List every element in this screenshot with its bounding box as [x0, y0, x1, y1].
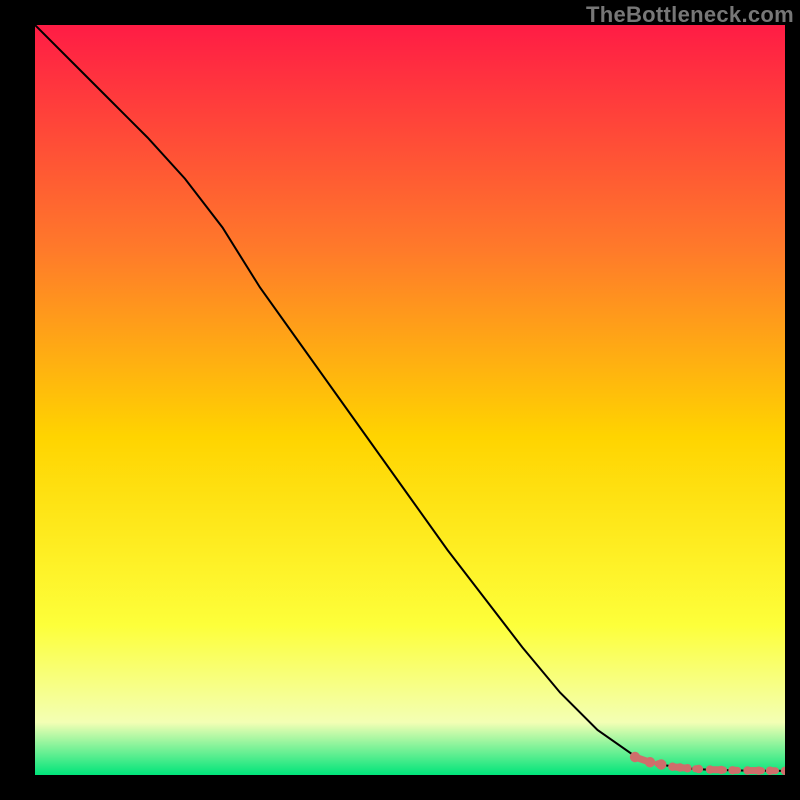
tail-marker — [630, 752, 640, 762]
tail-marker — [645, 757, 655, 767]
tail-marker — [766, 767, 774, 775]
tail-marker — [728, 766, 736, 774]
tail-marker — [676, 763, 684, 771]
tail-marker — [695, 765, 703, 773]
tail-marker — [706, 765, 714, 773]
tail-marker — [656, 759, 666, 769]
tail-marker — [717, 766, 725, 774]
tail-marker — [668, 763, 676, 771]
plot-area — [35, 25, 785, 775]
tail-marker — [743, 766, 751, 774]
chart-frame: TheBottleneck.com — [0, 0, 800, 800]
tail-marker — [683, 764, 691, 772]
tail-marker — [755, 766, 763, 774]
plot-svg — [35, 25, 785, 775]
